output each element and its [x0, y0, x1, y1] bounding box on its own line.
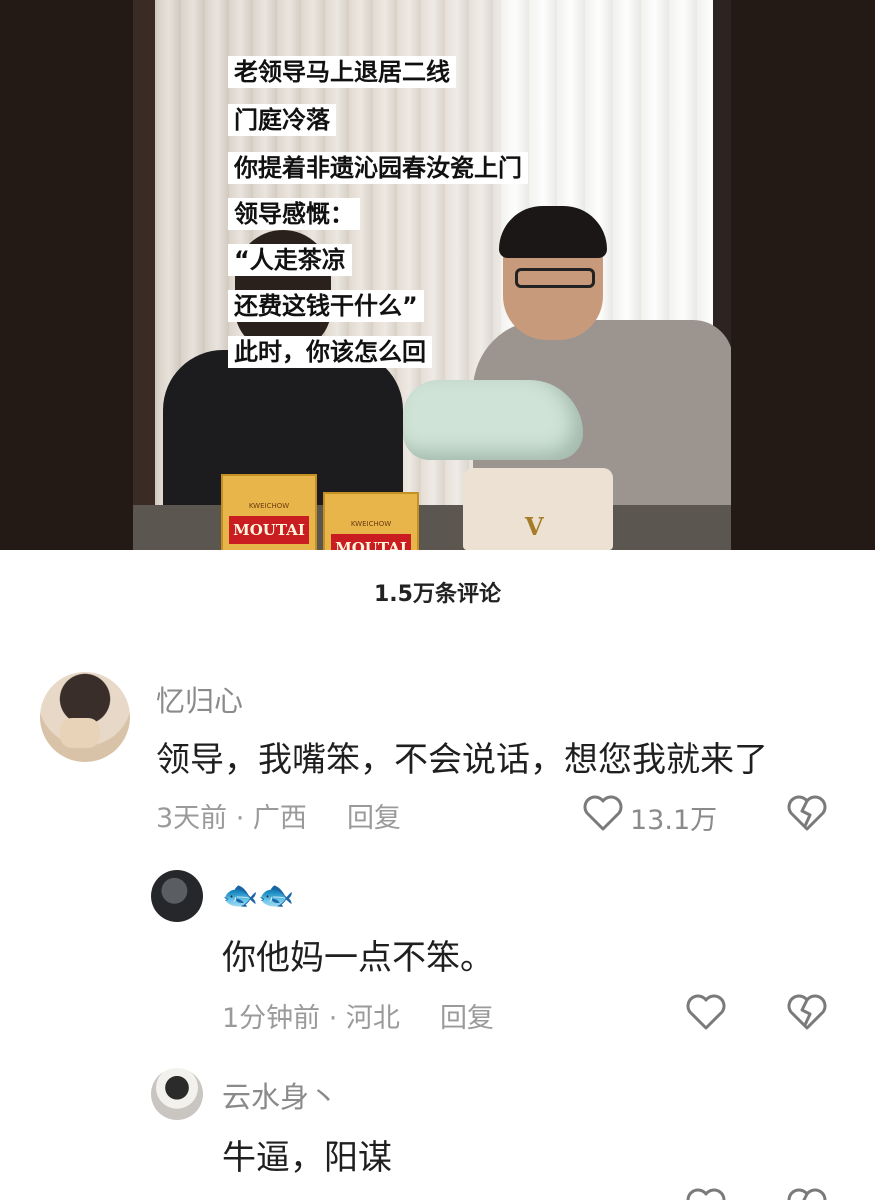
comment-text: 牛逼，阳谋: [222, 1138, 392, 1178]
comment-text: 你他妈一点不笨。: [222, 938, 494, 978]
heart-outline-icon[interactable]: [685, 1187, 727, 1200]
moutai-box: KWEICHOW MOUTAI: [323, 492, 419, 550]
caption-line: 此时，你该怎么回: [228, 336, 432, 368]
broken-heart-icon[interactable]: [786, 794, 828, 832]
caption-line: 还费这钱干什么”: [228, 290, 424, 322]
reply-button[interactable]: 回复: [347, 803, 401, 834]
comments-count-title: 1.5万条评论: [374, 582, 501, 607]
avatar[interactable]: [151, 1068, 203, 1120]
wall-left: [133, 0, 155, 550]
comment-meta: 3天前 · 广西 回复: [156, 796, 401, 835]
comment-time-location: 3天前 · 广西: [156, 803, 307, 834]
comments-sheet: 1.5万条评论 忆归心 领导，我嘴笨，不会说话，想您我就来了 3天前 · 广西回…: [0, 550, 875, 1200]
heart-outline-icon[interactable]: [685, 993, 727, 1031]
caption-line: “人走茶凉: [228, 244, 352, 276]
comment-text: 领导，我嘴笨，不会说话，想您我就来了: [156, 740, 768, 780]
comment-time-location: 1分钟前 · 河北: [222, 1003, 400, 1034]
comment-meta: 1分钟前 · 河北 回复: [222, 996, 494, 1035]
comment-username[interactable]: 云水身丶: [222, 1074, 338, 1116]
reply-button[interactable]: 回复: [440, 1003, 494, 1034]
moutai-box: KWEICHOW MOUTAI: [221, 474, 317, 550]
caption-line: 你提着非遗沁园春汝瓷上门: [228, 152, 528, 184]
avatar[interactable]: [40, 672, 130, 762]
broken-heart-icon[interactable]: [786, 993, 828, 1031]
handbag: V: [463, 468, 613, 550]
avatar[interactable]: [151, 870, 203, 922]
comment-username[interactable]: 忆归心: [156, 678, 243, 720]
broken-heart-icon[interactable]: [786, 1187, 828, 1200]
caption-line: 领导感慨：: [228, 198, 360, 230]
video-player[interactable]: KWEICHOW MOUTAI KWEICHOW MOUTAI V 老领导马上退…: [0, 0, 875, 550]
like-count: 13.1万: [630, 805, 718, 836]
comment-username[interactable]: 🐟🐟: [222, 878, 294, 913]
caption-line: 门庭冷落: [228, 104, 336, 136]
heart-outline-icon[interactable]: [582, 794, 624, 832]
caption-line: 老领导马上退居二线: [228, 56, 456, 88]
celadon-ox-sculpture: [403, 380, 583, 460]
